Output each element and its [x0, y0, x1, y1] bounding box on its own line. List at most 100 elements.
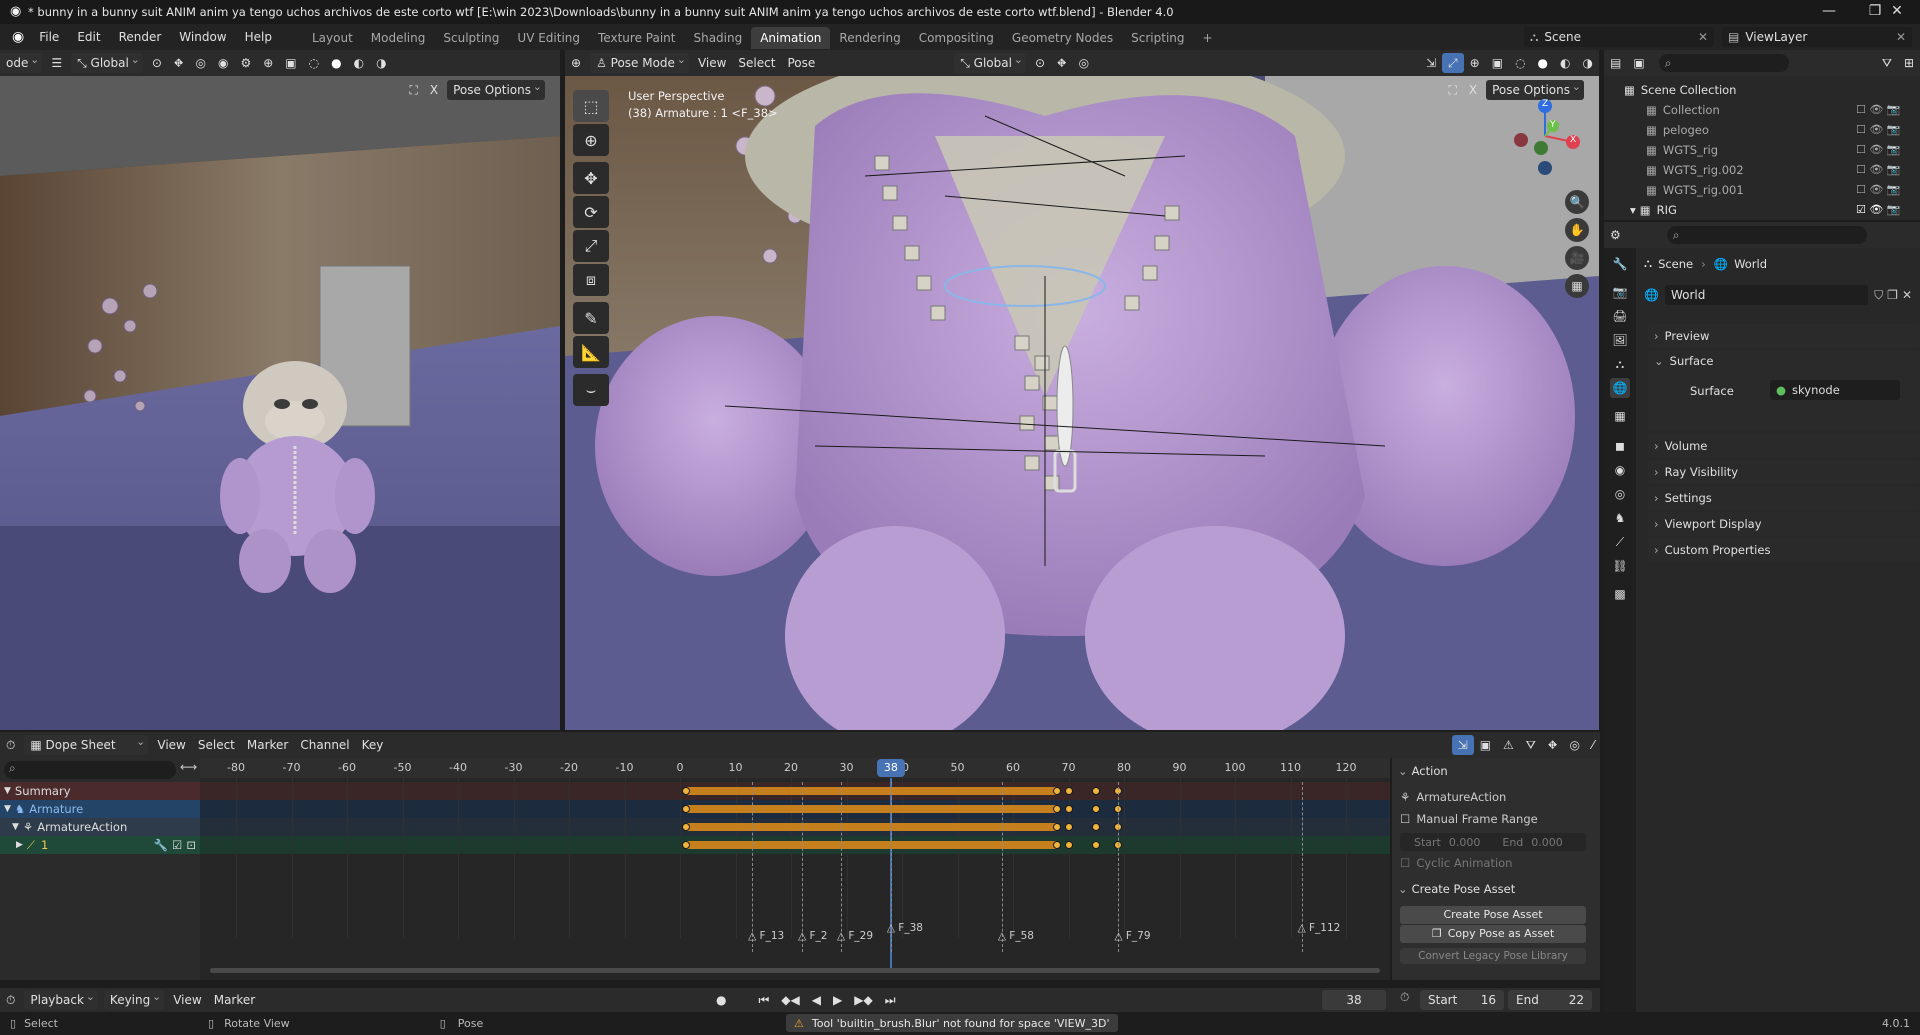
editor-type-icon[interactable]: ⏱: [0, 990, 21, 1010]
texture-tab-icon[interactable]: ▩: [1610, 584, 1630, 604]
frame-start-field[interactable]: Start 16: [1420, 990, 1504, 1010]
menu-edit[interactable]: Edit: [68, 24, 109, 50]
timeline-marker[interactable]: △ F_2: [798, 930, 827, 942]
cyclic-animation-checkbox[interactable]: ☐ Cyclic Animation: [1400, 856, 1512, 870]
timeline-marker[interactable]: △ F_79: [1114, 930, 1150, 942]
menu-key[interactable]: Key: [356, 735, 390, 755]
jump-end-icon[interactable]: ⏭: [879, 990, 902, 1010]
menu-view[interactable]: View: [167, 990, 207, 1010]
solid-shading-icon[interactable]: ●: [325, 53, 347, 73]
swap-icon[interactable]: ⟷: [180, 760, 197, 774]
outliner-scene-collection[interactable]: ▦ Scene Collection: [1624, 80, 1914, 100]
tab-sculpting[interactable]: Sculpting: [434, 27, 508, 49]
bone-constraint-tab-icon[interactable]: ⛓: [1610, 556, 1630, 576]
channel-action[interactable]: ▼ ⚘ ArmatureAction: [0, 818, 200, 836]
keyframe[interactable]: [681, 787, 690, 795]
snap-icon[interactable]: ⛖: [168, 53, 190, 73]
close-button[interactable]: ✕: [1874, 0, 1920, 24]
xray-icon[interactable]: ⛶: [403, 80, 423, 100]
panel-volume[interactable]: › Volume: [1648, 434, 1920, 458]
wireframe-shading-icon[interactable]: ◌: [303, 53, 325, 73]
menu-file[interactable]: File: [30, 24, 68, 50]
record-icon[interactable]: ●: [710, 990, 732, 1010]
xray-icon[interactable]: ▣: [1486, 53, 1509, 73]
frame-end-field[interactable]: End 22: [1508, 990, 1592, 1010]
panel-settings[interactable]: › Settings: [1648, 486, 1920, 510]
timeline-marker[interactable]: △ F_112: [1298, 922, 1341, 934]
playhead-frame-label[interactable]: 38: [876, 759, 905, 777]
keyframe[interactable]: [681, 805, 690, 813]
new-collection-icon[interactable]: ⊞: [1898, 53, 1920, 73]
convert-legacy-button[interactable]: Convert Legacy Pose Library: [1400, 948, 1586, 964]
tab-modeling[interactable]: Modeling: [362, 27, 435, 49]
tab-texture-paint[interactable]: Texture Paint: [589, 27, 684, 49]
gizmo-icon[interactable]: ⚙: [234, 53, 257, 73]
add-workspace-button[interactable]: +: [1194, 27, 1222, 49]
dopesheet-mode-dropdown[interactable]: ▦ Dope Sheet: [24, 732, 149, 755]
tab-layout[interactable]: Layout: [303, 27, 362, 49]
bone-tab-icon[interactable]: ⟋: [1610, 532, 1630, 552]
interpolation-icon[interactable]: ⁄: [1586, 735, 1600, 755]
filter-icon[interactable]: ⛛: [1876, 53, 1898, 73]
view-layer-tab-icon[interactable]: 🖼: [1610, 330, 1630, 350]
xray-x-icon[interactable]: X: [1463, 80, 1483, 100]
current-frame-field[interactable]: 38: [1322, 990, 1386, 1010]
keyframe[interactable]: [1053, 841, 1062, 849]
keyframe[interactable]: [1092, 805, 1101, 813]
keyframe[interactable]: [1092, 841, 1101, 849]
move-tool[interactable]: ✥: [573, 162, 609, 194]
overlay-icon[interactable]: ⊕: [257, 53, 279, 73]
main-viewport[interactable]: ⬚ ⊕ ✥ ⟳ ⤢ ⧈ ✎ 📐 ⌣ User Perspective (38) …: [565, 76, 1599, 730]
tab-uv-editing[interactable]: UV Editing: [508, 27, 589, 49]
view-icon[interactable]: ◉: [212, 53, 234, 73]
rendered-shading-icon[interactable]: ◑: [1577, 53, 1599, 73]
orientation-dropdown[interactable]: ⤡ Global: [71, 50, 143, 73]
prev-keyframe-icon[interactable]: ◆◀: [775, 990, 805, 1010]
menu-select[interactable]: Select: [732, 53, 781, 73]
tab-shading[interactable]: Shading: [684, 27, 751, 49]
tab-animation[interactable]: Animation: [751, 27, 831, 49]
blender-menu-icon[interactable]: ◉: [12, 29, 24, 45]
editor-type-icon[interactable]: ▤: [1604, 53, 1627, 73]
copy-pose-as-asset-button[interactable]: ❐ Copy Pose as Asset: [1400, 925, 1586, 943]
viewlayer-selector[interactable]: ▤ ViewLayer ✕: [1722, 27, 1912, 47]
scene-selector[interactable]: ⛬ Scene ✕: [1524, 27, 1714, 47]
menu-render[interactable]: Render: [110, 24, 171, 50]
rendered-shading-icon[interactable]: ◑: [370, 53, 392, 73]
wireframe-shading-icon[interactable]: ◌: [1509, 53, 1531, 73]
panel-viewport-display[interactable]: › Viewport Display: [1648, 512, 1920, 536]
output-tab-icon[interactable]: 🖨: [1610, 306, 1630, 326]
create-pose-asset-button[interactable]: Create Pose Asset: [1400, 906, 1586, 924]
stopwatch-icon[interactable]: ⏱: [1400, 990, 1409, 1005]
show-hidden-icon[interactable]: ▣: [1474, 735, 1497, 755]
camera-icon[interactable]: 🎥: [1565, 246, 1589, 270]
timeline-marker[interactable]: △ F_58: [998, 930, 1034, 942]
navigation-gizmo[interactable]: Z X Y: [1505, 96, 1585, 176]
render-tab-icon[interactable]: 📷: [1610, 282, 1630, 302]
snap-icon[interactable]: ⛖: [1051, 53, 1073, 73]
next-keyframe-icon[interactable]: ▶◆: [848, 990, 878, 1010]
pivot-icon[interactable]: ⊙: [146, 53, 168, 73]
close-icon[interactable]: ✕: [1698, 30, 1708, 44]
outliner-visibility-toggles[interactable]: ☐ 👁 📷 ☐ 👁 📷 ☐ 👁 📷 ☐ 👁 📷 ☐ 👁 📷 ☑ 👁 📷: [1856, 100, 1916, 220]
annotate-tool[interactable]: ✎: [573, 302, 609, 334]
pose-options-dropdown[interactable]: Pose Options: [447, 77, 545, 100]
channel-summary[interactable]: ▼ Summary: [0, 782, 200, 800]
xray-x-icon[interactable]: X: [424, 80, 444, 100]
select-box-tool[interactable]: ⬚: [573, 90, 609, 122]
measure-tool[interactable]: 📐: [573, 336, 609, 368]
display-mode-icon[interactable]: ▣: [1627, 53, 1650, 73]
keyframe[interactable]: [1053, 805, 1062, 813]
keyframe[interactable]: [1053, 787, 1062, 795]
keyframe[interactable]: [1092, 787, 1101, 795]
menu-view[interactable]: View: [151, 735, 191, 755]
keyframe[interactable]: [1064, 841, 1073, 849]
play-icon[interactable]: ▶: [827, 990, 848, 1010]
menu-marker[interactable]: Marker: [241, 735, 294, 755]
horizontal-scrollbar[interactable]: [210, 968, 1380, 973]
chevron-down-icon[interactable]: ▾: [1630, 203, 1636, 217]
editor-type-icon[interactable]: ⏱: [0, 735, 21, 755]
menu-pose[interactable]: Pose: [781, 53, 821, 73]
panel-preview[interactable]: › Preview: [1648, 324, 1920, 348]
pan-hand-icon[interactable]: ✋: [1565, 218, 1589, 242]
